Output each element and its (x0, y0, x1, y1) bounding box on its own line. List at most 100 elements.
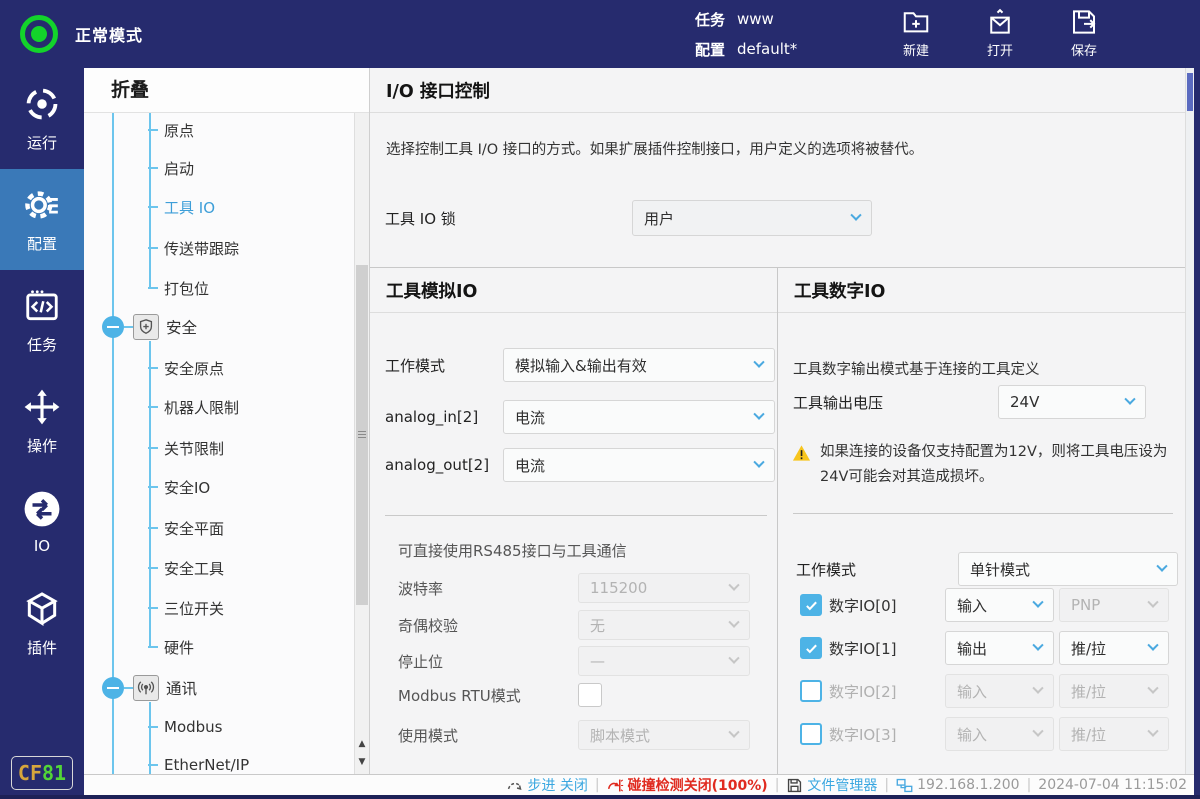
tree-group-safety[interactable]: 安全 (102, 313, 197, 341)
analog-work-mode-label: 工作模式 (385, 355, 503, 376)
io-control-description: 选择控制工具 I/O 接口的方式。如果扩展插件控制接口，用户定义的选项将被替代。 (386, 138, 923, 159)
tree-item-modbus[interactable]: Modbus (148, 715, 222, 739)
collapse-all-button[interactable]: 折叠 (84, 68, 369, 113)
analog-in-select[interactable]: 电流 (503, 400, 775, 434)
folder-plus-icon (901, 7, 931, 37)
digital-io-1-checkbox[interactable] (800, 637, 822, 659)
file-manager-button[interactable]: 文件管理器 (786, 775, 877, 795)
tree-item-ethernet-ip[interactable]: EtherNet/IP (148, 753, 249, 774)
digital-io-3-mode-select: 推/拉 (1059, 717, 1169, 751)
run-icon (23, 85, 61, 123)
tool-digital-io-section: 工具数字IO 工具数字输出模式基于连接的工具定义 工具输出电压 24V 如果连接… (778, 268, 1185, 774)
tree-item-tool-io[interactable]: 工具 IO (148, 195, 215, 219)
sidebar-item-io[interactable]: IO (0, 472, 84, 573)
divider (793, 513, 1173, 514)
digital-io-3-direction-select: 输入 (945, 717, 1054, 751)
warning-icon (792, 444, 811, 462)
tree-group-communication[interactable]: 通讯 (102, 674, 197, 702)
chevron-down-icon (1124, 394, 1135, 405)
digital-io-3-checkbox[interactable] (800, 723, 822, 745)
move-arrows-icon (23, 388, 61, 426)
chevron-down-icon (1032, 683, 1043, 694)
chevron-down-icon (753, 357, 764, 368)
chevron-down-icon (1147, 726, 1158, 737)
sidebar-item-task[interactable]: 任务 (0, 270, 84, 371)
tool-output-voltage-label: 工具输出电压 (793, 392, 998, 413)
digital-note: 工具数字输出模式基于连接的工具定义 (793, 358, 1040, 379)
modbus-rtu-checkbox (578, 683, 602, 707)
tool-io-lock-select[interactable]: 用户 (632, 200, 872, 236)
analog-out-select[interactable]: 电流 (503, 448, 775, 482)
analog-out-label: analog_out[2] (385, 456, 503, 474)
tree-item-home[interactable]: 原点 (148, 118, 194, 142)
digital-io-2-label: 数字IO[2] (829, 681, 945, 702)
digital-io-1-direction-select[interactable]: 输出 (945, 631, 1054, 665)
tree-item-startup[interactable]: 启动 (148, 156, 194, 180)
digital-work-mode-label: 工作模式 (796, 559, 958, 580)
tree-item-hardware[interactable]: 硬件 (148, 635, 194, 659)
chevron-down-icon (728, 580, 739, 591)
open-button-label: 打开 (987, 40, 1013, 59)
tree-item-pack-position[interactable]: 打包位 (148, 276, 209, 300)
collapse-node-icon[interactable] (102, 677, 124, 699)
collision-detect-status[interactable]: 碰撞检测关闭(100%) (607, 775, 768, 795)
sidebar-item-label: 任务 (27, 334, 57, 355)
scroll-up-button[interactable]: ▲ (355, 736, 369, 752)
digital-io-1-mode-select[interactable]: 推/拉 (1059, 631, 1169, 665)
sidebar-item-plugin[interactable]: 插件 (0, 573, 84, 674)
tree-item-three-position-switch[interactable]: 三位开关 (148, 596, 224, 620)
tree-item-robot-limit[interactable]: 机器人限制 (148, 395, 239, 419)
sidebar-item-run[interactable]: 运行 (0, 68, 84, 169)
open-button[interactable]: 打开 (978, 7, 1022, 59)
digital-io-0-checkbox[interactable] (800, 594, 822, 616)
warning-text: 如果连接的设备仅支持配置为12V，则将工具电压设为24V可能会对其造成损坏。 (820, 440, 1172, 489)
tool-output-voltage-select[interactable]: 24V (998, 385, 1146, 419)
digital-io-0-direction-select[interactable]: 输入 (945, 588, 1054, 622)
parity-select: 无 (578, 610, 750, 640)
antenna-icon (133, 675, 159, 701)
analog-work-mode-select[interactable]: 模拟输入&输出有效 (503, 348, 775, 382)
tree-scrollbar[interactable]: ▲ ▼ (354, 113, 369, 774)
digital-work-mode-select[interactable]: 单针模式 (958, 552, 1178, 586)
collapse-node-icon[interactable] (102, 316, 124, 338)
section-title: I/O 接口控制 (386, 78, 490, 103)
task-value: www (737, 10, 774, 28)
save-icon (1069, 7, 1099, 37)
new-button[interactable]: 新建 (894, 7, 938, 59)
main-scrollbar[interactable] (1185, 68, 1194, 774)
tree-item-joint-limit[interactable]: 关节限制 (148, 436, 224, 460)
tree-item-safety-tool[interactable]: 安全工具 (148, 556, 224, 580)
new-button-label: 新建 (903, 40, 929, 59)
step-mode-toggle[interactable]: 步进 关闭 (506, 775, 587, 795)
chevron-down-icon (1147, 683, 1158, 694)
sidebar-item-label: IO (34, 537, 50, 555)
tree-item-safety-home[interactable]: 安全原点 (148, 356, 224, 380)
sidebar-item-label: 操作 (27, 435, 57, 456)
main-sidebar: 运行 配置 任务 操作 IO 插件 (0, 68, 84, 799)
tree-item-safety-io[interactable]: 安全IO (148, 475, 210, 499)
code-window-icon (23, 287, 61, 325)
tree-item-conveyor[interactable]: 传送带跟踪 (148, 236, 239, 260)
tool-io-lock-label: 工具 IO 锁 (385, 208, 632, 229)
sidebar-item-label: 配置 (27, 233, 57, 254)
window-border-right (1194, 0, 1200, 799)
section-title: 工具数字IO (794, 278, 885, 303)
check-icon (805, 642, 818, 655)
chevron-down-icon (1032, 597, 1043, 608)
scroll-down-button[interactable]: ▼ (355, 754, 369, 770)
sidebar-item-config[interactable]: 配置 (0, 169, 84, 270)
mode-label: 正常模式 (75, 22, 143, 46)
main-scrollbar-thumb[interactable] (1187, 73, 1193, 111)
tree-scrollbar-thumb[interactable] (356, 265, 368, 605)
digital-io-row-0: 数字IO[0] 输入 PNP (800, 588, 1169, 622)
shield-plus-icon (133, 314, 159, 340)
stop-bit-label: 停止位 (398, 651, 578, 672)
ip-address: 192.168.1.200 (917, 777, 1019, 793)
save-button[interactable]: 保存 (1062, 7, 1106, 59)
digital-io-2-checkbox[interactable] (800, 680, 822, 702)
robot-mode-indicator: 正常模式 (20, 0, 143, 68)
digital-io-row-3: 数字IO[3] 输入 推/拉 (800, 717, 1169, 751)
sidebar-item-label: 运行 (27, 132, 57, 153)
sidebar-item-operate[interactable]: 操作 (0, 371, 84, 472)
tree-item-safety-plane[interactable]: 安全平面 (148, 516, 224, 540)
